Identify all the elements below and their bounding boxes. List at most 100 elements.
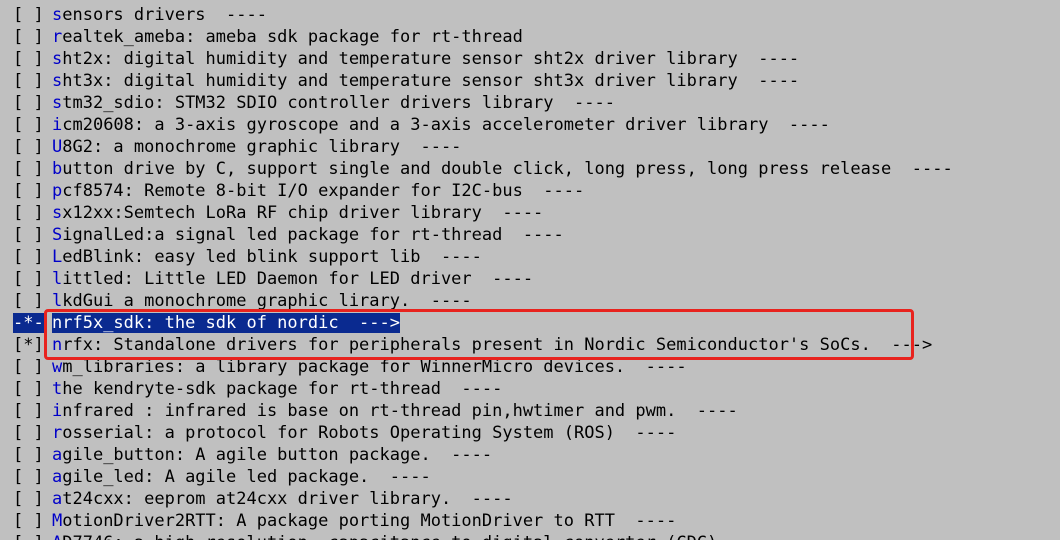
menu-item[interactable]: [ ] wm_libraries: a library package for W… [0,356,1060,378]
menu-item-checkbox[interactable]: [ ] [0,70,52,92]
menu-item[interactable]: [ ] realtek_ameba: ameba sdk package for … [0,26,1060,48]
menu-item-hotkey: n [52,313,63,333]
menu-item-label: button drive by C, support single and do… [52,159,953,179]
menu-item-checkbox-state: [ ] [13,247,44,267]
menu-item-description: otionDriver2RTT: A package porting Motio… [62,511,677,531]
menu-item-checkbox[interactable]: [*] [0,334,52,356]
menu-item[interactable]: [ ] icm20608: a 3-axis gyroscope and a 3-… [0,114,1060,136]
menu-item[interactable]: [ ] SignalLed:a signal led package for rt… [0,224,1060,246]
menu-item[interactable]: [ ] agile_button: A agile button package.… [0,444,1060,466]
menu-item-hotkey: s [52,5,63,25]
menu-item-checkbox[interactable]: -*- [0,312,52,334]
menu-item-checkbox-state: [ ] [13,137,44,157]
menu-item-hotkey: l [52,269,63,289]
menu-item-checkbox[interactable]: [ ] [0,290,52,312]
menu-item[interactable]: [ ] infrared : infrared is base on rt-thr… [0,400,1060,422]
menu-item[interactable]: [ ] the kendryte-sdk package for rt-threa… [0,378,1060,400]
menu-item-description: x12xx:Semtech LoRa RF chip driver librar… [62,203,544,223]
menu-item-checkbox-state: [ ] [13,357,44,377]
menu-item[interactable]: [ ] rosserial: a protocol for Robots Oper… [0,422,1060,444]
menu-item-hotkey: a [52,445,63,465]
menu-item-hotkey: s [52,49,63,69]
menu-item-checkbox-state: [ ] [13,401,44,421]
menu-item-selected[interactable]: -*- nrf5x_sdk: the sdk of nordic ---> [0,312,1060,334]
menu-item[interactable]: [ ] AD7746: a high-resolution, capacitanc… [0,532,1060,540]
menu-item-checkbox[interactable]: [ ] [0,422,52,444]
menu-item-description: ensors drivers ---- [62,5,267,25]
menu-item-checkbox-state: [ ] [13,203,44,223]
menu-item-checkbox[interactable]: [ ] [0,532,52,540]
menu-item-label: rosserial: a protocol for Robots Operati… [52,423,676,443]
menu-item-label: sht3x: digital humidity and temperature … [52,71,799,91]
menu-item-label: realtek_ameba: ameba sdk package for rt-… [52,27,523,47]
menu-item-hotkey: r [52,27,63,47]
menu-item-checkbox[interactable]: [ ] [0,510,52,532]
menu-item-hotkey: S [52,225,63,245]
menu-item-label: agile_led: A agile led package. ---- [52,467,431,487]
menu-item-description: D7746: a high-resolution, capacitance-to… [62,533,717,540]
menu-item-checkbox-state: [ ] [13,291,44,311]
menu-item-checkbox[interactable]: [ ] [0,400,52,422]
menu-item-checkbox[interactable]: [ ] [0,26,52,48]
menu-item-hotkey: A [52,533,62,540]
menu-item-checkbox[interactable]: [ ] [0,356,52,378]
menu-item-checkbox[interactable]: [ ] [0,246,52,268]
menu-item-hotkey: i [52,401,63,421]
menu-item[interactable]: [ ] lkdGui a monochrome graphic lirary. -… [0,290,1060,312]
menu-item[interactable]: [ ] sensors drivers ---- [0,4,1060,26]
menu-item-hotkey: U [52,137,63,157]
menu-item-checkbox[interactable]: [ ] [0,136,52,158]
menu-item-checkbox-state: [ ] [13,115,44,135]
menu-item[interactable]: [ ] pcf8574: Remote 8-bit I/O expander fo… [0,180,1060,202]
menu-item-description: ht3x: digital humidity and temperature s… [62,71,800,91]
menu-item-label: MotionDriver2RTT: A package porting Moti… [52,511,676,531]
menu-item-description: gile_button: A agile button package. ---… [62,445,493,465]
menu-item-hotkey: w [52,357,63,377]
menu-item-checkbox[interactable]: [ ] [0,378,52,400]
menu-item-checkbox[interactable]: [ ] [0,488,52,510]
menu-item-checkbox-state: [ ] [13,269,44,289]
menu-item-label: nrfx: Standalone drivers for peripherals… [52,335,932,355]
menu-item-label: U8G2: a monochrome graphic library ---- [52,137,461,157]
menu-item-checkbox[interactable]: [ ] [0,48,52,70]
menu-item[interactable]: [ ] agile_led: A agile led package. ---- [0,466,1060,488]
menu-item[interactable]: [ ] stm32_sdio: STM32 SDIO controller dri… [0,92,1060,114]
menu-item[interactable]: [ ] littled: Little LED Daemon for LED dr… [0,268,1060,290]
menu-item-description: ittled: Little LED Daemon for LED driver… [62,269,534,289]
menu-item[interactable]: [ ] sx12xx:Semtech LoRa RF chip driver li… [0,202,1060,224]
menu-item-checkbox[interactable]: [ ] [0,224,52,246]
menu-item-description: t24cxx: eeprom at24cxx driver library. -… [62,489,513,509]
menu-item[interactable]: [ ] button drive by C, support single and… [0,158,1060,180]
menu-item-checkbox[interactable]: [ ] [0,4,52,26]
menu-item-hotkey: b [52,159,63,179]
menu-item[interactable]: [ ] MotionDriver2RTT: A package porting M… [0,510,1060,532]
menu-item-checkbox[interactable]: [ ] [0,158,52,180]
menu-item-label: stm32_sdio: STM32 SDIO controller driver… [52,93,615,113]
menu-item-checkbox-state: [ ] [13,379,44,399]
menu-item-hotkey: s [52,71,63,91]
menu-item-checkbox[interactable]: [ ] [0,92,52,114]
menu-item-checkbox[interactable]: [ ] [0,466,52,488]
menu-item-description: ealtek_ameba: ameba sdk package for rt-t… [62,27,523,47]
menu-item-checkbox[interactable]: [ ] [0,114,52,136]
menu-item-checkbox[interactable]: [ ] [0,180,52,202]
menu-item[interactable]: [ ] at24cxx: eeprom at24cxx driver librar… [0,488,1060,510]
menu-item[interactable]: [ ] sht2x: digital humidity and temperatu… [0,48,1060,70]
menu-item-checkbox[interactable]: [ ] [0,202,52,224]
menu-item-description: m_libraries: a library package for Winne… [62,357,687,377]
menu-item-hotkey: p [52,181,63,201]
menu-item-description: he kendryte-sdk package for rt-thread --… [62,379,503,399]
menu-item-checkbox-state: [ ] [13,445,44,465]
menu-item-hotkey: L [52,247,63,267]
menu-item[interactable]: [ ] sht3x: digital humidity and temperatu… [0,70,1060,92]
menu-item-checkbox[interactable]: [ ] [0,268,52,290]
menu-item[interactable]: [ ] LedBlink: easy led blink support lib … [0,246,1060,268]
menu-item[interactable]: [*] nrfx: Standalone drivers for peripher… [0,334,1060,356]
menu-item-label: littled: Little LED Daemon for LED drive… [52,269,533,289]
menu-item-label: agile_button: A agile button package. --… [52,445,492,465]
menu-item[interactable]: [ ] U8G2: a monochrome graphic library --… [0,136,1060,158]
menu-item-label: sx12xx:Semtech LoRa RF chip driver libra… [52,203,543,223]
menu-item-checkbox[interactable]: [ ] [0,444,52,466]
menu-item-hotkey: r [52,423,63,443]
menu-item-checkbox-state: [ ] [13,511,44,531]
